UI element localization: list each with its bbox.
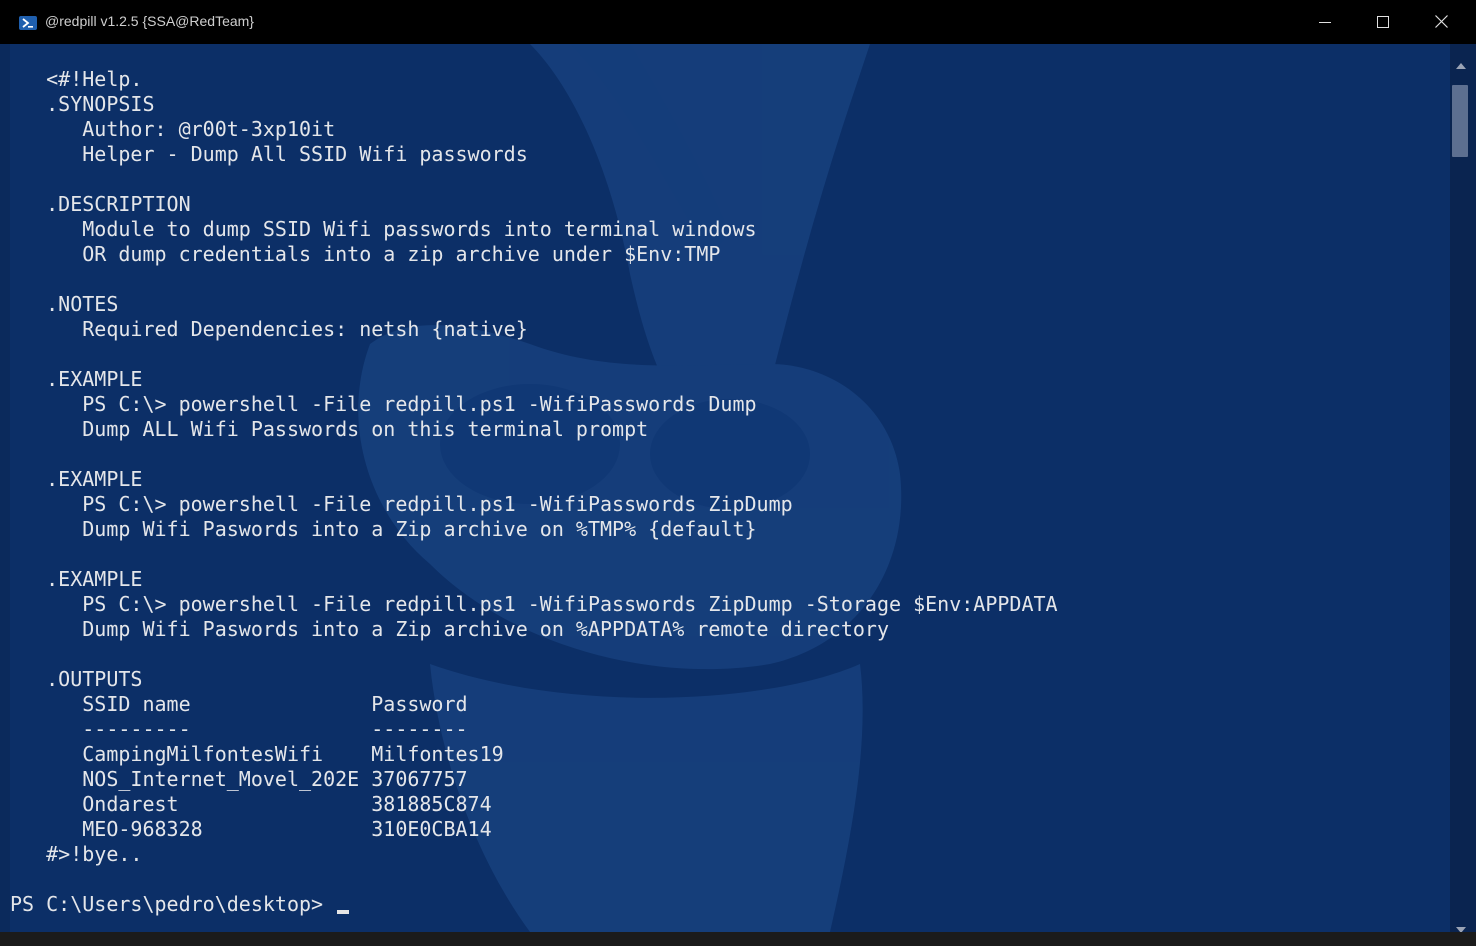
terminal-line: <#!Help. <box>10 67 143 91</box>
window-bottom-border <box>0 932 1476 946</box>
terminal-line: SSID name Password <box>10 692 468 716</box>
text-cursor <box>337 910 350 914</box>
terminal-line: Module to dump SSID Wifi passwords into … <box>10 217 757 241</box>
terminal-line: PS C:\> powershell -File redpill.ps1 -Wi… <box>10 592 1058 616</box>
close-icon <box>1434 13 1448 32</box>
terminal-line: .SYNOPSIS <box>10 92 155 116</box>
terminal-line: .DESCRIPTION <box>10 192 191 216</box>
terminal-line: .OUTPUTS <box>10 667 143 691</box>
terminal-line: .EXAMPLE <box>10 467 143 491</box>
prompt-text: PS C:\Users\pedro\desktop> <box>10 892 336 916</box>
terminal-line: #>!bye.. <box>10 842 143 866</box>
terminal-line: Helper - Dump All SSID Wifi passwords <box>10 142 528 166</box>
powershell-icon <box>19 16 37 30</box>
terminal-line: PS C:\> powershell -File redpill.ps1 -Wi… <box>10 392 757 416</box>
maximize-icon <box>1377 13 1389 32</box>
terminal-line: Dump Wifi Paswords into a Zip archive on… <box>10 617 889 641</box>
terminal-line: Author: @r00t-3xp10it <box>10 117 336 141</box>
terminal-window: @redpill v1.2.5 {SSA@RedTeam} <#!Help. .… <box>0 0 1476 946</box>
command-prompt[interactable]: PS C:\Users\pedro\desktop> <box>10 892 1058 917</box>
terminal-line: Dump ALL Wifi Passwords on this terminal… <box>10 417 649 441</box>
terminal-line: .NOTES <box>10 292 119 316</box>
terminal-line: Ondarest 381885C874 <box>10 792 492 816</box>
scrollbar-thumb[interactable] <box>1452 85 1468 157</box>
scroll-up-icon[interactable] <box>1456 54 1466 73</box>
terminal-line: .EXAMPLE <box>10 367 143 391</box>
terminal-text: <#!Help. .SYNOPSIS Author: @r00t-3xp10it… <box>10 67 1058 917</box>
scrollbar[interactable] <box>1450 44 1476 932</box>
terminal-line: NOS_Internet_Movel_202E 37067757 <box>10 767 468 791</box>
terminal-line: Required Dependencies: netsh {native} <box>10 317 528 341</box>
terminal-line: CampingMilfontesWifi Milfontes19 <box>10 742 504 766</box>
terminal-line: Dump Wifi Paswords into a Zip archive on… <box>10 517 757 541</box>
title-bar[interactable]: @redpill v1.2.5 {SSA@RedTeam} <box>0 0 1476 44</box>
window-border <box>0 44 10 932</box>
minimize-icon <box>1319 13 1331 32</box>
minimize-button[interactable] <box>1296 0 1354 44</box>
terminal-line: --------- -------- <box>10 717 468 741</box>
terminal-line: PS C:\> powershell -File redpill.ps1 -Wi… <box>10 492 793 516</box>
window-title: @redpill v1.2.5 {SSA@RedTeam} <box>45 13 254 29</box>
terminal-output[interactable]: <#!Help. .SYNOPSIS Author: @r00t-3xp10it… <box>10 44 1450 932</box>
terminal-line: MEO-968328 310E0CBA14 <box>10 817 492 841</box>
terminal-line: .EXAMPLE <box>10 567 143 591</box>
close-button[interactable] <box>1412 0 1470 44</box>
terminal-line: OR dump credentials into a zip archive u… <box>10 242 721 266</box>
maximize-button[interactable] <box>1354 0 1412 44</box>
